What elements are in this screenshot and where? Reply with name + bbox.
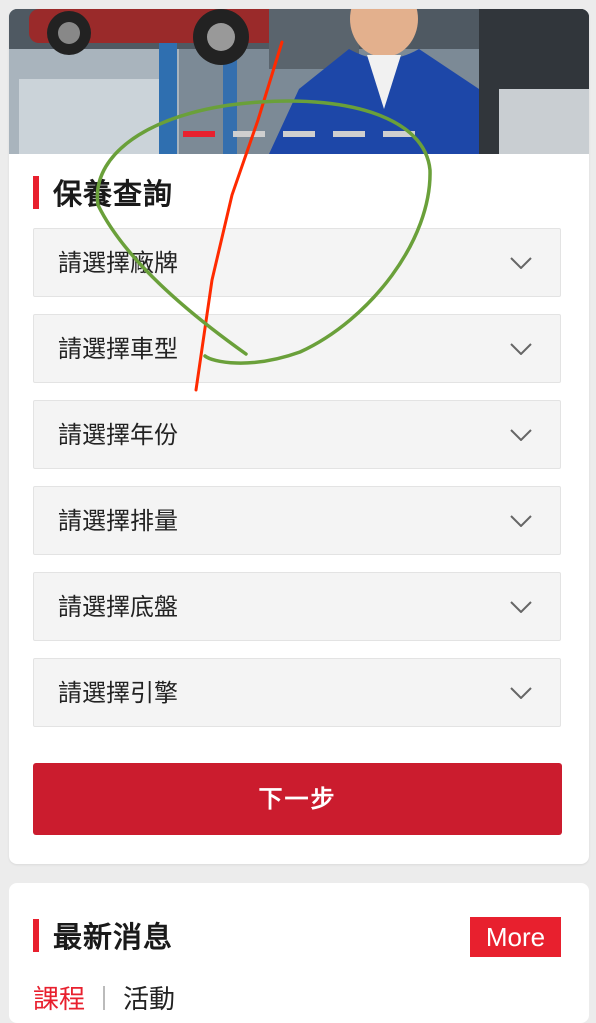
brand-select[interactable]: 請選擇廠牌 (33, 228, 561, 297)
model-select-label: 請選擇車型 (58, 335, 178, 363)
engine-select-label: 請選擇引擎 (58, 679, 178, 707)
maintenance-card: 保養查詢 請選擇廠牌 請選擇車型 請選擇年份 請選擇排量 請選擇底盤 請選擇引擎… (9, 9, 589, 864)
chevron-down-icon (510, 257, 532, 269)
tab-events[interactable]: 活動 (123, 979, 175, 1016)
carousel-dot-active[interactable] (183, 131, 215, 137)
news-title: 最新消息 (53, 920, 174, 954)
carousel-indicators (183, 131, 415, 137)
chevron-down-icon (510, 343, 532, 355)
news-heading: 最新消息 (33, 917, 174, 954)
brand-select-label: 請選擇廠牌 (58, 249, 178, 277)
maintenance-heading: 保養查詢 (33, 174, 174, 211)
engine-select[interactable]: 請選擇引擎 (33, 658, 561, 727)
chassis-select-label: 請選擇底盤 (58, 593, 178, 621)
news-tabs: 課程 活動 (33, 979, 175, 1016)
more-button[interactable]: More (470, 917, 561, 957)
heading-accent-bar (33, 918, 39, 952)
model-select[interactable]: 請選擇車型 (33, 314, 561, 383)
chevron-down-icon (510, 601, 532, 613)
displacement-select[interactable]: 請選擇排量 (33, 486, 561, 555)
news-card: 最新消息 More 課程 活動 (9, 883, 589, 1023)
year-select-label: 請選擇年份 (58, 421, 178, 449)
carousel-dot[interactable] (233, 131, 265, 137)
carousel-dot[interactable] (383, 131, 415, 137)
chevron-down-icon (510, 515, 532, 527)
chassis-select[interactable]: 請選擇底盤 (33, 572, 561, 641)
tab-courses[interactable]: 課程 (33, 979, 85, 1016)
displacement-select-label: 請選擇排量 (58, 507, 178, 535)
hero-banner[interactable] (9, 9, 589, 154)
next-step-button[interactable]: 下一步 (33, 763, 562, 835)
chevron-down-icon (510, 687, 532, 699)
page-title: 保養查詢 (53, 177, 174, 211)
carousel-dot[interactable] (283, 131, 315, 137)
heading-accent-bar (33, 175, 39, 209)
chevron-down-icon (510, 429, 532, 441)
carousel-dot[interactable] (333, 131, 365, 137)
year-select[interactable]: 請選擇年份 (33, 400, 561, 469)
